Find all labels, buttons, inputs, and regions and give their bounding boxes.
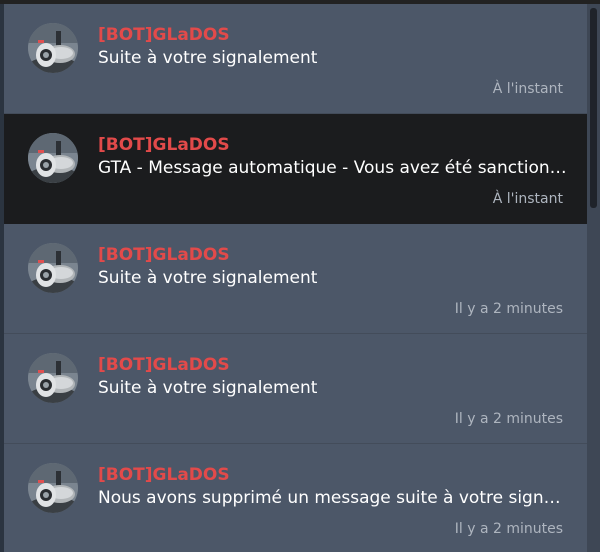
robot-avatar-icon [28, 133, 78, 183]
notification-time: Il y a 2 minutes [454, 521, 563, 537]
robot-avatar-icon [28, 353, 78, 403]
notification-message: GTA - Message automatique - Vous avez ét… [98, 158, 570, 178]
sender-name: [BOT]GLaDOS [98, 135, 230, 155]
notification-item[interactable]: [BOT]GLaDOS Suite à votre signalement Il… [4, 224, 587, 334]
avatar [28, 243, 78, 293]
robot-avatar-icon [28, 23, 78, 73]
notification-message: Suite à votre signalement [98, 378, 318, 398]
sender-name: [BOT]GLaDOS [98, 25, 230, 45]
notification-list: [BOT]GLaDOS Suite à votre signalement À … [4, 4, 587, 552]
notification-message: Suite à votre signalement [98, 48, 318, 68]
avatar [28, 133, 78, 183]
notification-message: Nous avons supprimé un message suite à v… [98, 488, 570, 508]
notification-time: Il y a 2 minutes [454, 411, 563, 427]
notification-time: À l'instant [492, 81, 563, 97]
robot-avatar-icon [28, 243, 78, 293]
sender-name: [BOT]GLaDOS [98, 355, 230, 375]
avatar [28, 463, 78, 513]
notification-item[interactable]: [BOT]GLaDOS Nous avons supprimé un messa… [4, 444, 587, 552]
sender-name: [BOT]GLaDOS [98, 245, 230, 265]
notification-item[interactable]: [BOT]GLaDOS GTA - Message automatique - … [4, 114, 587, 224]
notification-item[interactable]: [BOT]GLaDOS Suite à votre signalement Il… [4, 334, 587, 444]
notification-message: Suite à votre signalement [98, 268, 318, 288]
notification-time: Il y a 2 minutes [454, 301, 563, 317]
scrollbar[interactable] [587, 4, 600, 552]
sender-name: [BOT]GLaDOS [98, 465, 230, 485]
avatar [28, 353, 78, 403]
notification-time: À l'instant [492, 191, 563, 207]
scrollbar-thumb[interactable] [590, 8, 597, 208]
robot-avatar-icon [28, 463, 78, 513]
avatar [28, 23, 78, 73]
notification-item[interactable]: [BOT]GLaDOS Suite à votre signalement À … [4, 4, 587, 114]
